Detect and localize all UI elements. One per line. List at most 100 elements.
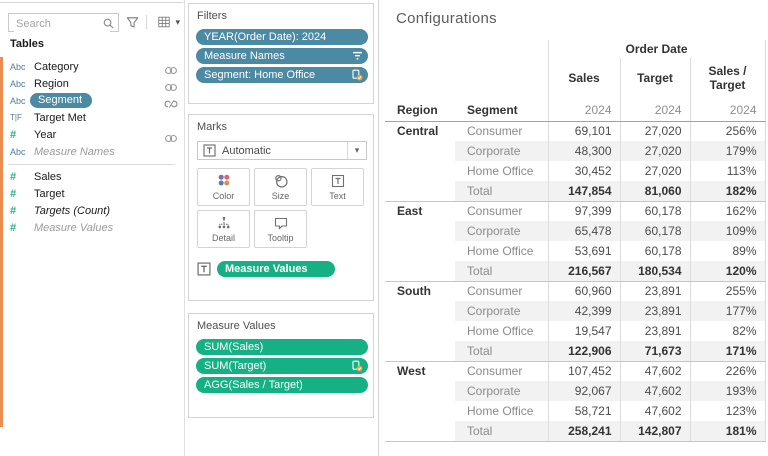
cell-east-consumer-sales-over-target[interactable]: 162% xyxy=(689,201,766,221)
cell-south-total-sales-over-target[interactable]: 171% xyxy=(689,341,766,362)
column-dimension-header[interactable]: Order Date xyxy=(547,40,766,58)
pill-measure-names[interactable]: Measure Names xyxy=(196,48,368,64)
segment-header[interactable]: Total xyxy=(455,421,548,442)
segment-header[interactable]: Total xyxy=(455,261,548,282)
segment-header[interactable]: Corporate xyxy=(455,141,548,161)
cell-east-consumer-target[interactable]: 60,178 xyxy=(619,201,690,221)
segment-header[interactable]: Corporate xyxy=(455,221,548,241)
row-header-region[interactable]: Region xyxy=(385,100,455,122)
field-row-region[interactable]: Abc Region xyxy=(0,75,183,92)
segment-header[interactable]: Corporate xyxy=(455,381,548,401)
chevron-down-icon[interactable]: ▾ xyxy=(175,17,180,28)
cell-west-corporate-sales-over-target[interactable]: 193% xyxy=(689,381,766,401)
pill-segment-home-office[interactable]: Segment: Home Office xyxy=(196,67,368,83)
cell-south-total-target[interactable]: 71,673 xyxy=(619,341,690,362)
year-label[interactable]: 2024 xyxy=(547,100,620,122)
cell-central-consumer-sales-over-target[interactable]: 256% xyxy=(689,121,766,141)
row-header-segment[interactable]: Segment xyxy=(455,100,548,122)
cell-east-home-office-sales-over-target[interactable]: 89% xyxy=(689,241,766,261)
field-row-measure-names[interactable]: Abc Measure Names xyxy=(0,143,183,160)
region-header-south[interactable]: South xyxy=(385,281,455,362)
cell-east-total-sales[interactable]: 216,567 xyxy=(547,261,620,282)
cell-south-consumer-sales[interactable]: 60,960 xyxy=(547,281,620,301)
cell-east-home-office-sales[interactable]: 53,691 xyxy=(547,241,620,261)
cell-central-home-office-sales-over-target[interactable]: 113% xyxy=(689,161,766,181)
pill-sum-sales[interactable]: SUM(Sales) xyxy=(196,339,368,355)
pill-year-order-date-2024[interactable]: YEAR(Order Date): 2024 xyxy=(196,29,368,45)
field-row-target-met[interactable]: T|F Target Met xyxy=(0,109,183,126)
region-header-east[interactable]: East xyxy=(385,201,455,282)
measure-header-sales[interactable]: Sales xyxy=(547,58,620,100)
segment-header[interactable]: Home Office xyxy=(455,161,548,181)
segment-header[interactable]: Total xyxy=(455,341,548,362)
pill-measure-values[interactable]: Measure Values xyxy=(217,260,335,277)
segment-header[interactable]: Consumer xyxy=(455,281,548,301)
segment-header[interactable]: Consumer xyxy=(455,361,548,381)
mark-button-color[interactable]: Color xyxy=(197,168,250,206)
mark-button-detail[interactable]: Detail xyxy=(197,210,250,248)
cell-west-consumer-sales[interactable]: 107,452 xyxy=(547,361,620,381)
mark-button-tooltip[interactable]: Tooltip xyxy=(254,210,307,248)
pill-sum-target[interactable]: SUM(Target) xyxy=(196,358,368,374)
cell-east-home-office-target[interactable]: 60,178 xyxy=(619,241,690,261)
measure-header-target[interactable]: Target xyxy=(619,58,690,100)
cell-central-home-office-target[interactable]: 27,020 xyxy=(619,161,690,181)
cell-west-consumer-target[interactable]: 47,602 xyxy=(619,361,690,381)
cell-south-consumer-sales-over-target[interactable]: 255% xyxy=(689,281,766,301)
cell-west-total-sales-over-target[interactable]: 181% xyxy=(689,421,766,442)
cell-east-corporate-target[interactable]: 60,178 xyxy=(619,221,690,241)
mark-button-size[interactable]: Size xyxy=(254,168,307,206)
cell-central-total-target[interactable]: 81,060 xyxy=(619,181,690,202)
cell-west-total-target[interactable]: 142,807 xyxy=(619,421,690,442)
segment-header[interactable]: Consumer xyxy=(455,121,548,141)
cell-west-home-office-target[interactable]: 47,602 xyxy=(619,401,690,421)
region-header-central[interactable]: Central xyxy=(385,121,455,202)
cell-west-corporate-sales[interactable]: 92,067 xyxy=(547,381,620,401)
segment-header[interactable]: Home Office xyxy=(455,401,548,421)
measure-header-ratio[interactable]: Sales / Target xyxy=(689,58,766,100)
cell-west-corporate-target[interactable]: 47,602 xyxy=(619,381,690,401)
view-grid-icon[interactable] xyxy=(157,15,171,29)
segment-header[interactable]: Total xyxy=(455,181,548,202)
cell-central-home-office-sales[interactable]: 30,452 xyxy=(547,161,620,181)
search-box[interactable] xyxy=(8,12,120,32)
cell-west-home-office-sales[interactable]: 58,721 xyxy=(547,401,620,421)
cell-south-total-sales[interactable]: 122,906 xyxy=(547,341,620,362)
field-row-segment[interactable]: Abc Segment xyxy=(0,92,183,109)
segment-header[interactable]: Consumer xyxy=(455,201,548,221)
cell-central-total-sales[interactable]: 147,854 xyxy=(547,181,620,202)
year-label[interactable]: 2024 xyxy=(689,100,766,122)
field-row-targets-count[interactable]: # Targets (Count) xyxy=(0,202,183,219)
cell-west-total-sales[interactable]: 258,241 xyxy=(547,421,620,442)
cell-south-home-office-target[interactable]: 23,891 xyxy=(619,321,690,341)
cell-south-home-office-sales[interactable]: 19,547 xyxy=(547,321,620,341)
cell-south-home-office-sales-over-target[interactable]: 82% xyxy=(689,321,766,341)
cell-central-corporate-target[interactable]: 27,020 xyxy=(619,141,690,161)
cell-east-consumer-sales[interactable]: 97,399 xyxy=(547,201,620,221)
cell-east-total-sales-over-target[interactable]: 120% xyxy=(689,261,766,282)
cell-central-corporate-sales-over-target[interactable]: 179% xyxy=(689,141,766,161)
cell-central-total-sales-over-target[interactable]: 182% xyxy=(689,181,766,202)
field-row-category[interactable]: Abc Category xyxy=(0,58,183,75)
chevron-down-icon[interactable]: ▾ xyxy=(347,142,366,159)
cell-south-corporate-target[interactable]: 23,891 xyxy=(619,301,690,321)
field-row-target[interactable]: # Target xyxy=(0,185,183,202)
cell-central-corporate-sales[interactable]: 48,300 xyxy=(547,141,620,161)
cell-south-corporate-sales-over-target[interactable]: 177% xyxy=(689,301,766,321)
cell-east-total-target[interactable]: 180,534 xyxy=(619,261,690,282)
search-input[interactable] xyxy=(14,15,110,32)
cell-central-consumer-sales[interactable]: 69,101 xyxy=(547,121,620,141)
mark-type-dropdown[interactable]: Automatic ▾ xyxy=(197,141,367,160)
cell-south-consumer-target[interactable]: 23,891 xyxy=(619,281,690,301)
cell-south-corporate-sales[interactable]: 42,399 xyxy=(547,301,620,321)
mark-button-text[interactable]: Text xyxy=(311,168,364,206)
segment-header[interactable]: Home Office xyxy=(455,321,548,341)
cell-west-home-office-sales-over-target[interactable]: 123% xyxy=(689,401,766,421)
cell-east-corporate-sales-over-target[interactable]: 109% xyxy=(689,221,766,241)
pill-agg-sales-target[interactable]: AGG(Sales / Target) xyxy=(196,377,368,393)
field-row-measure-values[interactable]: # Measure Values xyxy=(0,219,183,236)
field-row-sales[interactable]: # Sales xyxy=(0,168,183,185)
segment-header[interactable]: Corporate xyxy=(455,301,548,321)
year-label[interactable]: 2024 xyxy=(619,100,690,122)
segment-header[interactable]: Home Office xyxy=(455,241,548,261)
